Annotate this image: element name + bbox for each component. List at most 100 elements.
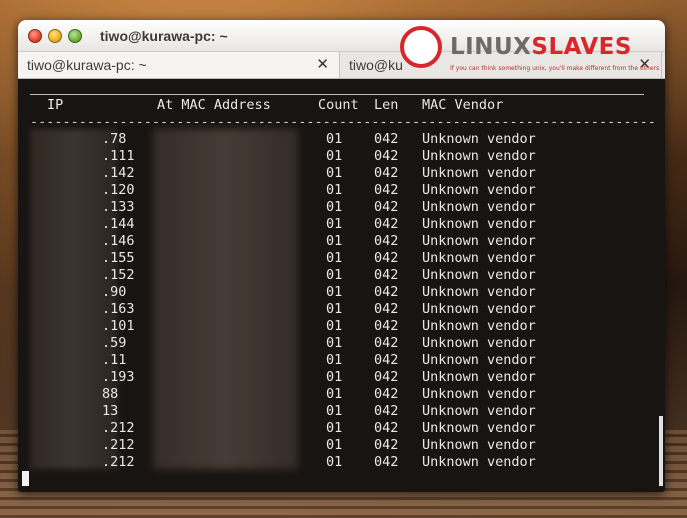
count-cell: 01: [326, 403, 343, 419]
vendor-cell: Unknown vendor: [422, 284, 536, 300]
table-row: 13 01 042 Unknown vendor: [30, 403, 650, 420]
table-row: .212 01 042 Unknown vendor: [30, 454, 650, 471]
ip-cell: .133: [102, 199, 135, 215]
ip-cell: .90: [102, 284, 127, 300]
ip-cell: 88: [102, 386, 119, 402]
count-cell: 01: [326, 216, 343, 232]
close-tab-icon[interactable]: ✕: [316, 55, 329, 73]
len-cell: 042: [374, 403, 399, 419]
table-row: .144 01 042 Unknown vendor: [30, 216, 650, 233]
count-cell: 01: [326, 131, 343, 147]
ip-cell: .152: [102, 267, 135, 283]
table-row: 88 01 042 Unknown vendor: [30, 386, 650, 403]
header-ip: IP: [47, 97, 64, 113]
table-row: .152 01 042 Unknown vendor: [30, 267, 650, 284]
ip-cell: .144: [102, 216, 135, 232]
ip-cell: .101: [102, 318, 135, 334]
tab-1[interactable]: tiwo@kurawa-pc: ~ ✕: [18, 52, 340, 78]
terminal-output[interactable]: IP At MAC Address Count Len MAC Vendor -…: [18, 79, 665, 492]
vendor-cell: Unknown vendor: [422, 318, 536, 334]
table-row: .101 01 042 Unknown vendor: [30, 318, 650, 335]
ip-cell: .212: [102, 454, 135, 470]
logo-text: LINUXSLAVES: [450, 34, 632, 60]
count-cell: 01: [326, 233, 343, 249]
scrollbar[interactable]: [659, 416, 663, 486]
divider: [30, 94, 644, 95]
close-window-button[interactable]: [28, 28, 42, 43]
vendor-cell: Unknown vendor: [422, 301, 536, 317]
count-cell: 01: [326, 437, 343, 453]
ip-cell: .120: [102, 182, 135, 198]
len-cell: 042: [374, 284, 399, 300]
table-row: .163 01 042 Unknown vendor: [30, 301, 650, 318]
ip-cell: .212: [102, 420, 135, 436]
vendor-cell: Unknown vendor: [422, 216, 536, 232]
count-cell: 01: [326, 165, 343, 181]
vendor-cell: Unknown vendor: [422, 267, 536, 283]
count-cell: 01: [326, 182, 343, 198]
ip-cell: .78: [102, 131, 127, 147]
ip-cell: .111: [102, 148, 135, 164]
vendor-cell: Unknown vendor: [422, 148, 536, 164]
len-cell: 042: [374, 386, 399, 402]
vendor-cell: Unknown vendor: [422, 352, 536, 368]
count-cell: 01: [326, 199, 343, 215]
vendor-cell: Unknown vendor: [422, 454, 536, 470]
table-row: .90 01 042 Unknown vendor: [30, 284, 650, 301]
len-cell: 042: [374, 165, 399, 181]
count-cell: 01: [326, 284, 343, 300]
table-row: .212 01 042 Unknown vendor: [30, 437, 650, 454]
ip-cell: .142: [102, 165, 135, 181]
count-cell: 01: [326, 301, 343, 317]
len-cell: 042: [374, 454, 399, 470]
count-cell: 01: [326, 386, 343, 402]
len-cell: 042: [374, 267, 399, 283]
header-count: Count: [318, 97, 359, 113]
vendor-cell: Unknown vendor: [422, 165, 536, 181]
vendor-cell: Unknown vendor: [422, 403, 536, 419]
table-row: .212 01 042 Unknown vendor: [30, 420, 650, 437]
count-cell: 01: [326, 148, 343, 164]
len-cell: 042: [374, 369, 399, 385]
vendor-cell: Unknown vendor: [422, 250, 536, 266]
len-cell: 042: [374, 199, 399, 215]
ip-cell: .11: [102, 352, 127, 368]
ip-cell: .155: [102, 250, 135, 266]
len-cell: 042: [374, 318, 399, 334]
window-title: tiwo@kurawa-pc: ~: [100, 27, 228, 44]
table-row: .78 01 042 Unknown vendor: [30, 131, 650, 148]
ip-cell: 13: [102, 403, 119, 419]
table-row: .120 01 042 Unknown vendor: [30, 182, 650, 199]
header-len: Len: [374, 97, 399, 113]
vendor-cell: Unknown vendor: [422, 420, 536, 436]
maximize-window-button[interactable]: [68, 28, 82, 43]
terminal-cursor: [22, 471, 29, 486]
header-mac: At MAC Address: [157, 97, 271, 113]
len-cell: 042: [374, 131, 399, 147]
len-cell: 042: [374, 420, 399, 436]
tab-label: tiwo@ku: [349, 57, 403, 73]
vendor-cell: Unknown vendor: [422, 131, 536, 147]
table-row: .146 01 042 Unknown vendor: [30, 233, 650, 250]
len-cell: 042: [374, 301, 399, 317]
len-cell: 042: [374, 148, 399, 164]
header-separator: ----------------------------------------…: [30, 114, 656, 130]
count-cell: 01: [326, 335, 343, 351]
table-row: .155 01 042 Unknown vendor: [30, 250, 650, 267]
count-cell: 01: [326, 267, 343, 283]
count-cell: 01: [326, 454, 343, 470]
vendor-cell: Unknown vendor: [422, 182, 536, 198]
vendor-cell: Unknown vendor: [422, 437, 536, 453]
table-row: .133 01 042 Unknown vendor: [30, 199, 650, 216]
len-cell: 042: [374, 250, 399, 266]
vendor-cell: Unknown vendor: [422, 199, 536, 215]
ip-cell: .212: [102, 437, 135, 453]
ip-cell: .163: [102, 301, 135, 317]
len-cell: 042: [374, 216, 399, 232]
count-cell: 01: [326, 420, 343, 436]
header-vendor: MAC Vendor: [422, 97, 504, 113]
ip-cell: .146: [102, 233, 135, 249]
tab-label: tiwo@kurawa-pc: ~: [27, 57, 147, 73]
minimize-window-button[interactable]: [48, 28, 62, 43]
len-cell: 042: [374, 335, 399, 351]
